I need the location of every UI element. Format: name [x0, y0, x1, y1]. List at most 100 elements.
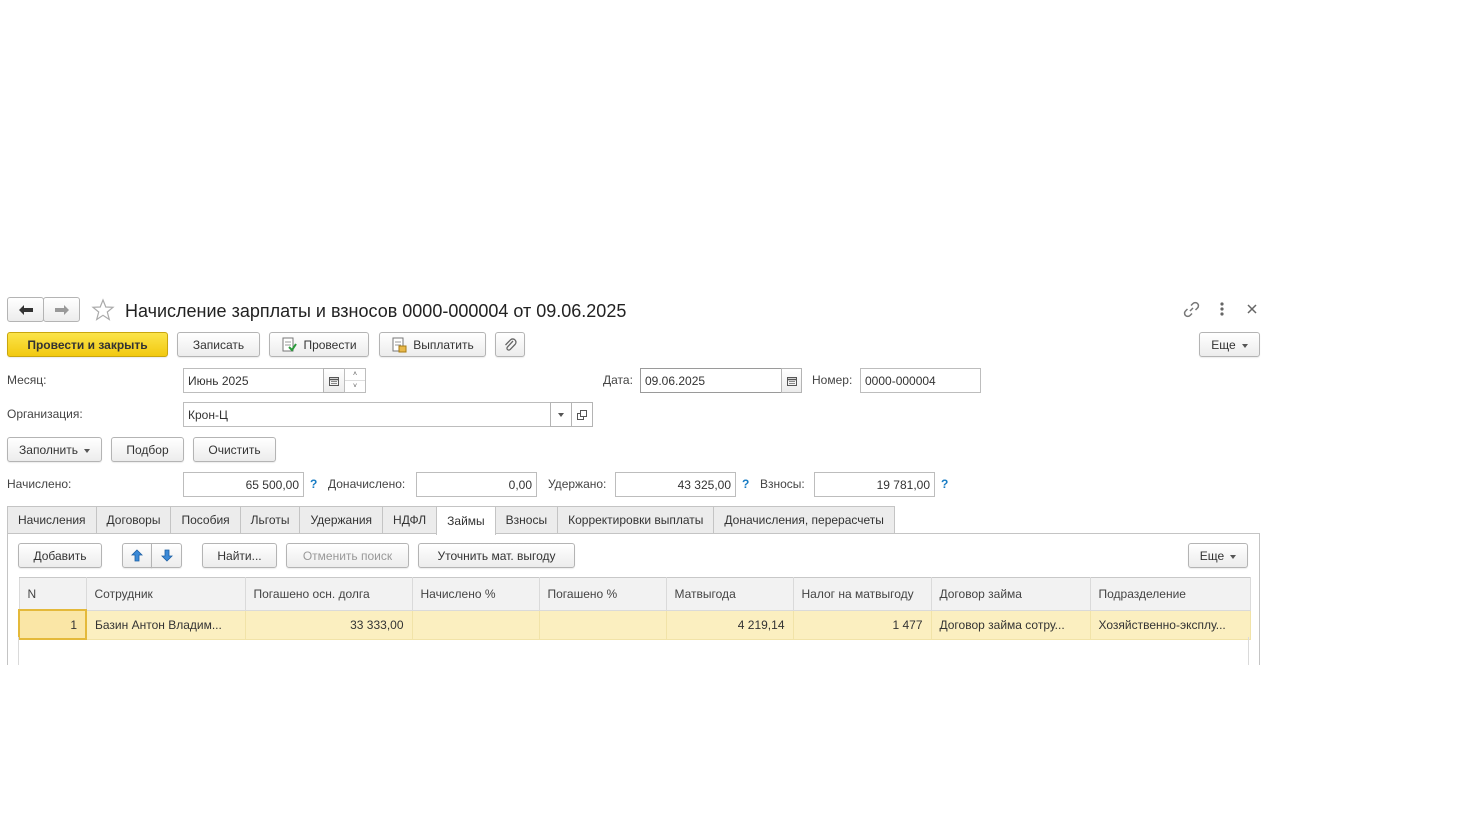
contrib-field[interactable]: 19 781,00	[814, 472, 935, 497]
column-header-material-benefit[interactable]: Матвыгода	[665, 577, 794, 611]
org-dropdown-button[interactable]	[550, 402, 572, 427]
paperclip-icon	[505, 337, 517, 351]
page-title: Начисление зарплаты и взносов 0000-00000…	[125, 301, 627, 321]
calendar-icon	[786, 376, 797, 386]
table-row[interactable]: 1 Базин Антон Владим... 33 333,00 4 219,…	[18, 609, 1251, 640]
arrow-right-icon	[54, 304, 69, 315]
withheld-label: Удержано:	[548, 477, 607, 491]
chevron-down-icon	[558, 412, 564, 417]
column-header-loan-agreement[interactable]: Договор займа	[930, 577, 1091, 611]
post-button-label: Провести	[303, 337, 357, 352]
contrib-help-icon[interactable]: ?	[941, 472, 948, 497]
number-field[interactable]: 0000-000004	[860, 368, 981, 393]
column-header-employee[interactable]: Сотрудник	[85, 577, 246, 611]
refine-benefit-button[interactable]: Уточнить мат. выгоду	[418, 543, 575, 568]
spinner-up-icon[interactable]: ˄	[345, 369, 365, 381]
clear-button[interactable]: Очистить	[193, 437, 276, 462]
attach-button[interactable]	[495, 332, 525, 357]
cell-n[interactable]: 1	[18, 609, 87, 640]
column-header-principal-repaid[interactable]: Погашено осн. долга	[244, 577, 413, 611]
extra-label: Доначислено:	[328, 477, 406, 491]
post-and-close-button[interactable]: Провести и закрыть	[7, 332, 168, 357]
tab-payment-corrections[interactable]: Корректировки выплаты	[557, 506, 715, 533]
more-button-label: Еще	[1211, 337, 1236, 352]
table-left-border	[18, 637, 19, 665]
tab-privileges[interactable]: Льготы	[239, 506, 301, 533]
tab-recalculations[interactable]: Доначисления, перерасчеты	[713, 506, 895, 533]
extra-field[interactable]: 0,00	[416, 472, 537, 497]
arrow-down-icon	[160, 549, 173, 562]
org-open-button[interactable]	[571, 402, 593, 427]
month-label: Месяц:	[7, 373, 47, 387]
calendar-icon	[329, 376, 339, 386]
save-button[interactable]: Записать	[177, 332, 260, 357]
post-button[interactable]: Провести	[269, 332, 369, 357]
cell-benefit-tax[interactable]: 1 477	[792, 609, 932, 640]
viewport-cutoff	[0, 665, 1480, 820]
more-button[interactable]: Еще	[1199, 332, 1260, 357]
column-header-benefit-tax[interactable]: Налог на матвыгоду	[792, 577, 932, 611]
accrued-label: Начислено:	[7, 477, 72, 491]
org-field[interactable]: Крон-Ц	[183, 402, 551, 427]
move-up-button[interactable]	[122, 543, 152, 568]
cancel-search-button[interactable]: Отменить поиск	[286, 543, 409, 568]
add-row-button[interactable]: Добавить	[18, 543, 102, 568]
pick-button[interactable]: Подбор	[111, 437, 184, 462]
link-icon	[1183, 301, 1200, 318]
tab-ndfl[interactable]: НДФЛ	[382, 506, 438, 533]
number-label: Номер:	[812, 373, 853, 387]
chevron-down-icon	[83, 448, 90, 453]
close-icon	[1247, 304, 1257, 314]
column-header-department[interactable]: Подразделение	[1089, 577, 1251, 611]
tab-benefits[interactable]: Пособия	[170, 506, 241, 533]
tab-bar: Начисления Договоры Пособия Льготы Удерж…	[7, 506, 895, 535]
find-button[interactable]: Найти...	[202, 543, 277, 568]
column-header-n[interactable]: N	[18, 577, 87, 611]
table-more-label: Еще	[1199, 548, 1225, 563]
cell-material-benefit[interactable]: 4 219,14	[665, 609, 794, 640]
tab-loans[interactable]: Займы	[436, 506, 496, 535]
table-header-row: N Сотрудник Погашено осн. долга Начислен…	[18, 577, 1251, 611]
table-more-button[interactable]: Еще	[1188, 543, 1248, 568]
fill-button[interactable]: Заполнить	[7, 437, 102, 462]
arrow-up-icon	[131, 549, 143, 562]
spinner-down-icon[interactable]: ˅	[345, 381, 365, 392]
cell-interest-repaid[interactable]	[538, 609, 667, 640]
cell-loan-agreement[interactable]: Договор займа сотру...	[930, 609, 1091, 640]
date-calendar-button[interactable]	[781, 368, 802, 393]
close-button[interactable]	[1245, 302, 1259, 319]
move-down-button[interactable]	[151, 543, 182, 568]
forward-button[interactable]	[43, 297, 80, 322]
pay-button[interactable]: Выплатить	[379, 332, 486, 357]
chevron-down-icon	[1230, 554, 1237, 559]
cell-interest-accrued[interactable]	[411, 609, 540, 640]
accrued-help-icon[interactable]: ?	[310, 472, 317, 497]
contrib-label: Взносы:	[760, 477, 805, 491]
cell-department[interactable]: Хозяйственно-эксплу...	[1089, 609, 1251, 640]
arrow-left-icon	[18, 304, 33, 315]
loans-table: N Сотрудник Погашено осн. долга Начислен…	[18, 577, 1251, 640]
column-header-interest-accrued[interactable]: Начислено %	[411, 577, 540, 611]
cell-principal-repaid[interactable]: 33 333,00	[244, 609, 413, 640]
withheld-help-icon[interactable]: ?	[742, 472, 749, 497]
star-icon	[91, 298, 115, 321]
withheld-field[interactable]: 43 325,00	[615, 472, 736, 497]
month-field[interactable]: Июнь 2025	[183, 368, 324, 393]
month-spinner[interactable]: ˄ ˅	[344, 368, 366, 393]
column-header-interest-repaid[interactable]: Погашено %	[538, 577, 667, 611]
link-button[interactable]	[1183, 301, 1200, 321]
tab-contracts[interactable]: Договоры	[95, 506, 172, 533]
more-menu-button[interactable]	[1215, 301, 1229, 320]
pay-button-label: Выплатить	[413, 337, 474, 352]
favorite-star[interactable]	[91, 298, 115, 325]
accrued-field[interactable]: 65 500,00	[183, 472, 304, 497]
back-button[interactable]	[7, 297, 44, 322]
tab-accruals[interactable]: Начисления	[7, 506, 97, 533]
date-field[interactable]: 09.06.2025	[640, 368, 782, 393]
tab-deductions[interactable]: Удержания	[299, 506, 384, 533]
month-calendar-button[interactable]	[323, 368, 345, 393]
tab-contributions[interactable]: Взносы	[494, 506, 559, 533]
cell-employee[interactable]: Базин Антон Владим...	[85, 609, 246, 640]
org-label: Организация:	[7, 407, 83, 421]
pay-doc-icon	[392, 337, 407, 352]
